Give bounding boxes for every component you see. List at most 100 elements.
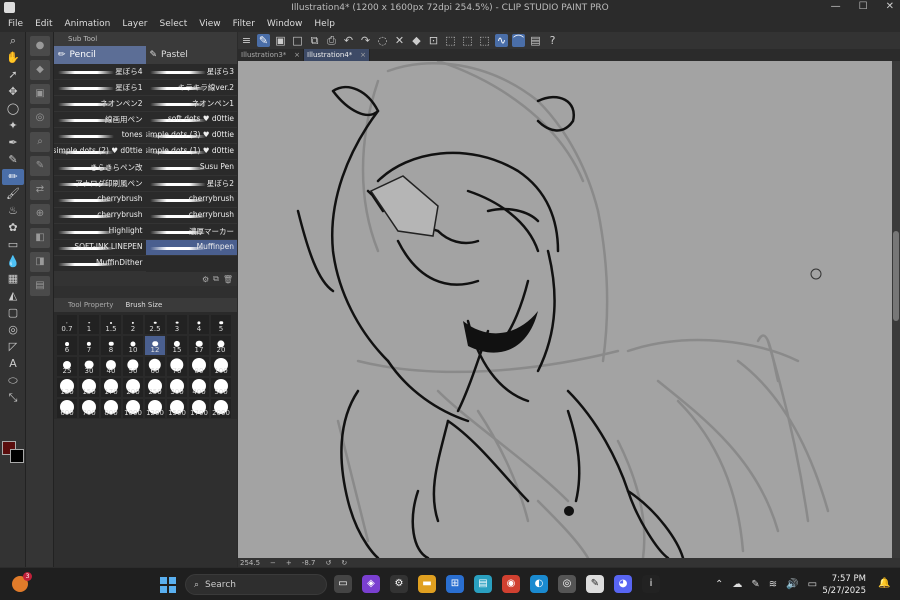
eyedropper-icon[interactable]: ✒ (2, 135, 24, 151)
store-icon[interactable]: ⊞ (446, 575, 464, 593)
brush-size-option[interactable]: 1.5 (100, 314, 122, 335)
brush-size-option[interactable]: 1 (78, 314, 100, 335)
brush-size-option[interactable]: 5 (210, 314, 232, 335)
correct-line-icon[interactable]: ⤡ (2, 390, 24, 406)
brush-size-option[interactable]: 1700 (188, 398, 210, 419)
task-view-icon[interactable]: ▭ (334, 575, 352, 593)
operation-tool-icon[interactable]: ➚ (2, 67, 24, 83)
brush-item[interactable]: ネオンペン1 (145, 96, 237, 112)
clear-icon[interactable]: ✕ (393, 34, 406, 47)
brush-item[interactable]: 濃厚マーカー (145, 224, 237, 240)
brush-size-option[interactable]: 1500 (166, 398, 188, 419)
color-swatches[interactable] (2, 441, 26, 467)
wifi-icon[interactable]: ≋ (769, 579, 777, 590)
hand-tool-icon[interactable]: ✋ (2, 50, 24, 66)
discord-icon[interactable]: ◕ (614, 575, 632, 593)
zoom-in-icon[interactable]: + (286, 559, 292, 567)
brush-size-option[interactable]: 50 (122, 356, 144, 377)
brush-size-option[interactable]: 30 (78, 356, 100, 377)
airbrush-icon[interactable]: ♨ (2, 203, 24, 219)
brush-size-option[interactable]: 2 (122, 314, 144, 335)
maximize-button[interactable]: ☐ (859, 1, 868, 12)
canvas[interactable] (238, 61, 892, 558)
brush-item[interactable]: 星ぼら2 (145, 176, 237, 192)
brush-item[interactable]: cherrybrush (54, 192, 146, 208)
brush-item[interactable]: 星ぼら1 (54, 80, 146, 96)
brush-size-option[interactable]: 80 (188, 356, 210, 377)
snap-icon[interactable]: ⌒ (512, 34, 525, 47)
menu-help[interactable]: Help (308, 19, 341, 29)
chevron-up-icon[interactable]: ⌃ (715, 579, 723, 590)
invert-icon[interactable]: ⬚ (461, 34, 474, 47)
transform-icon[interactable]: ⊡ (427, 34, 440, 47)
clip-studio-icon[interactable]: ◎ (558, 575, 576, 593)
stabilizer-icon[interactable]: ∿ (495, 34, 508, 47)
tab-illustration4[interactable]: Illustration4* × (304, 49, 370, 61)
brush-item[interactable]: ネオンペン2 (54, 96, 146, 112)
brush-size-option[interactable]: 7 (78, 335, 100, 356)
brush-size-option[interactable]: 40 (100, 356, 122, 377)
start-button[interactable] (160, 577, 176, 593)
pencil-tool-icon[interactable]: ✏ (2, 169, 24, 185)
brush-item[interactable]: cherrybrush (145, 192, 237, 208)
brush-item[interactable]: MuffinDither (54, 256, 146, 272)
brush-item[interactable]: 星ぼら3 (145, 64, 237, 80)
tab-tool-property[interactable]: Tool Property (68, 301, 113, 309)
brush-item[interactable]: きらきらペン改 (54, 160, 146, 176)
file-explorer-icon[interactable]: ▬ (418, 575, 436, 593)
brush-item[interactable]: cherrybrush (54, 208, 146, 224)
brush-size-option[interactable]: 10 (122, 335, 144, 356)
brush-item[interactable]: Susu Pen (145, 160, 237, 176)
blend-tool-icon[interactable]: 💧 (2, 254, 24, 270)
trash-icon[interactable]: 🗑 (223, 275, 233, 284)
group-icon-10[interactable]: ◨ (30, 252, 50, 272)
copy-icon[interactable]: ⧉ (213, 274, 219, 284)
brush-item[interactable]: Muffinpen (145, 240, 237, 256)
brush-size-option[interactable]: 12 (144, 335, 166, 356)
brush-size-option[interactable]: 17 (188, 335, 210, 356)
brush-size-option[interactable]: 100 (210, 356, 232, 377)
brush-item[interactable]: soft dots ♥ d0ttie (145, 112, 237, 128)
brush-size-option[interactable]: 400 (188, 377, 210, 398)
new-file-icon[interactable]: □ (291, 34, 304, 47)
save-icon[interactable]: ⎙ (325, 34, 338, 47)
volume-icon[interactable]: 🔊 (786, 579, 798, 590)
clock[interactable]: 7:57 PM 5/27/2025 (822, 573, 866, 597)
brush-size-option[interactable]: 2000 (210, 398, 232, 419)
group-icon-6[interactable]: ✎ (30, 156, 50, 176)
notes-app-icon[interactable]: ▤ (474, 575, 492, 593)
pen-tray-icon[interactable]: ✎ (751, 579, 759, 590)
close-tab-icon[interactable]: × (360, 49, 366, 61)
brush-size-option[interactable]: 20 (210, 335, 232, 356)
redo-icon[interactable]: ↷ (359, 34, 372, 47)
zoom-out-icon[interactable]: − (270, 559, 276, 567)
brush-size-option[interactable]: 500 (210, 377, 232, 398)
group-icon-3[interactable]: ▣ (30, 84, 50, 104)
brush-item[interactable]: 線画用ペン (54, 112, 146, 128)
brush-size-option[interactable]: 300 (166, 377, 188, 398)
tab-pastel[interactable]: ✎ Pastel (146, 46, 238, 64)
brush-size-option[interactable]: 150 (78, 377, 100, 398)
edge-icon[interactable]: ◐ (530, 575, 548, 593)
menu-window[interactable]: Window (261, 19, 309, 29)
brush-size-option[interactable]: 600 (56, 398, 78, 419)
undo-icon[interactable]: ↶ (342, 34, 355, 47)
minimize-button[interactable]: — (831, 1, 841, 12)
brush-item[interactable]: アナログ印刷風ペン (54, 176, 146, 192)
brush-size-option[interactable]: 8 (100, 335, 122, 356)
help-icon[interactable]: ? (546, 34, 559, 47)
copilot-icon[interactable]: ◈ (362, 575, 380, 593)
brush-size-option[interactable]: 170 (100, 377, 122, 398)
menu-select[interactable]: Select (153, 19, 193, 29)
decoration-icon[interactable]: ✿ (2, 220, 24, 236)
zoom-value[interactable]: 254.5 (240, 559, 260, 567)
brush-size-option[interactable]: 3 (166, 314, 188, 335)
settings-icon[interactable]: ⚙ (202, 275, 209, 284)
brush-size-option[interactable]: 60 (144, 356, 166, 377)
move-tool-icon[interactable]: ✥ (2, 84, 24, 100)
brush-size-option[interactable]: 70 (166, 356, 188, 377)
battery-icon[interactable]: ▭ (808, 579, 817, 590)
group-icon-1[interactable]: ● (30, 36, 50, 56)
fill-tool-icon[interactable]: ▦ (2, 271, 24, 287)
group-icon-2[interactable]: ◆ (30, 60, 50, 80)
